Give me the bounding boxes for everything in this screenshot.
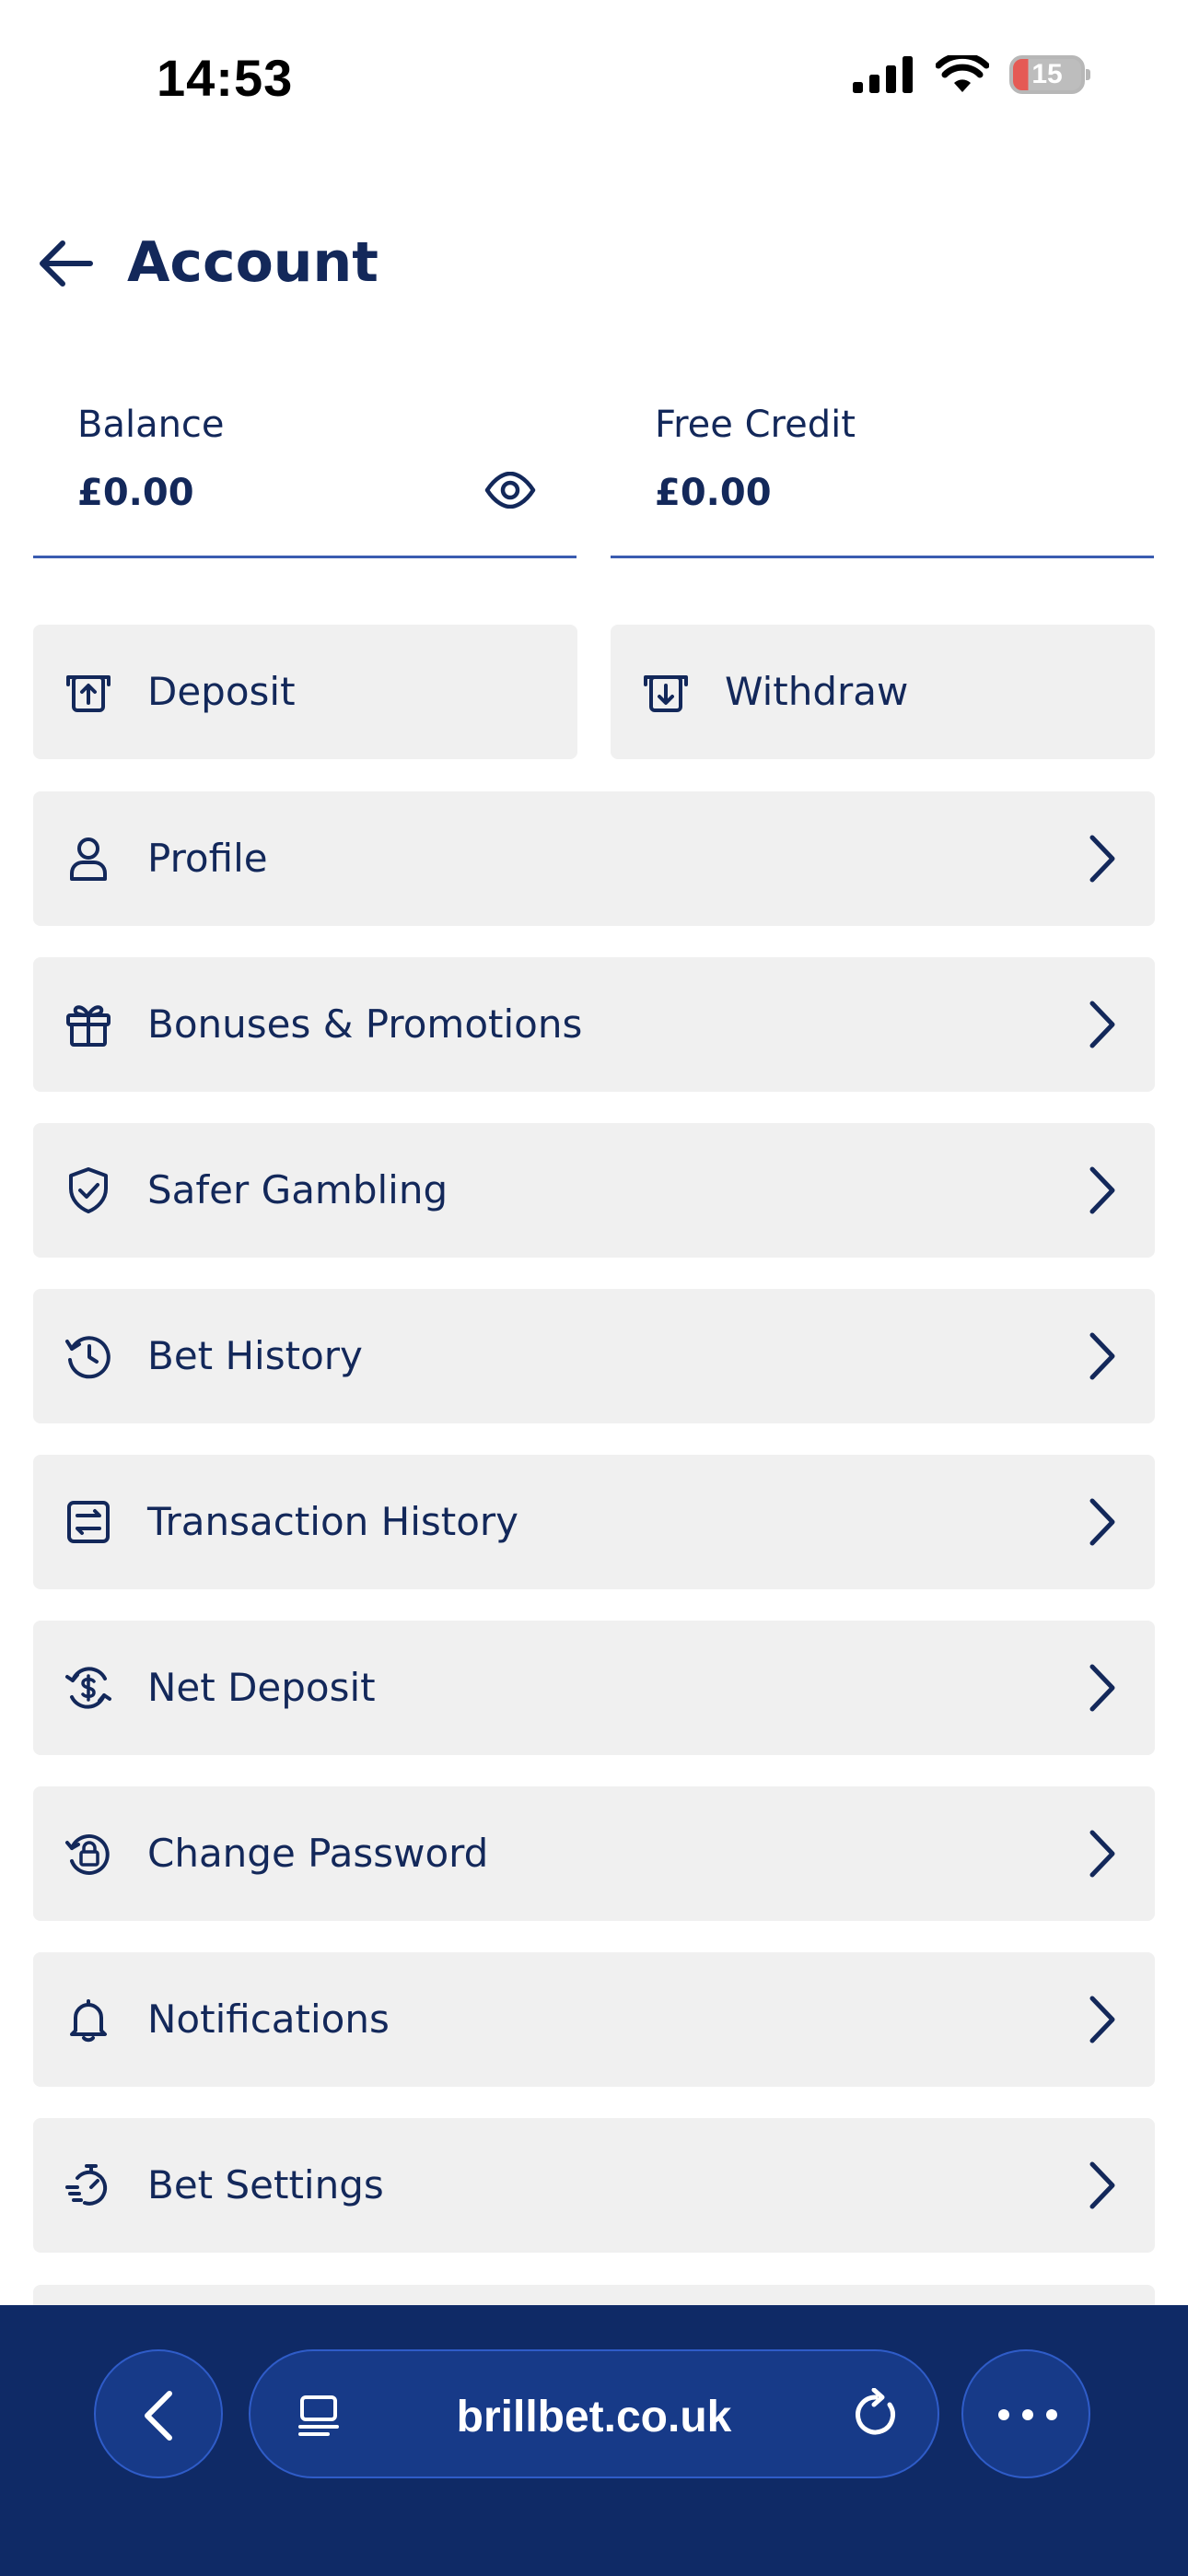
menu-item-notifications[interactable]: Notifications [33,1952,1155,2087]
menu-item-label: Safer Gambling [147,1167,448,1212]
menu-item-change-password[interactable]: Change Password [33,1786,1155,1921]
withdraw-button[interactable]: Withdraw [611,625,1155,759]
url-text: brillbet.co.uk [456,2393,732,2441]
eye-icon[interactable] [484,472,536,509]
chevron-right-icon [1089,1001,1115,1048]
free-credit-value: £0.00 [655,472,772,514]
status-bar: 14:53 15 [0,0,1188,162]
chevron-right-icon [1089,2161,1115,2209]
user-icon [70,837,107,881]
money-cycle-icon [65,1667,111,1709]
menu-item-label: Bet History [147,1333,363,1378]
menu-item-label: Profile [147,836,268,881]
chevron-right-icon [1089,1332,1115,1380]
account-page: 14:53 15 Account Balance £0.00 Free Cred… [0,0,1188,2576]
menu-item-safer-gambling[interactable]: Safer Gambling [33,1123,1155,1258]
arrow-left-icon[interactable] [35,238,96,289]
browser-more-button[interactable] [961,2349,1090,2478]
status-time: 14:53 [157,49,294,107]
menu-item-net-deposit[interactable]: Net Deposit [33,1621,1155,1755]
deposit-label: Deposit [147,669,296,714]
chevron-right-icon [1089,835,1115,883]
menu-item-bonuses-promotions[interactable]: Bonuses & Promotions [33,957,1155,1092]
chevron-right-icon [1089,1498,1115,1546]
transactions-icon [67,1501,110,1543]
more-icon [998,2409,1057,2420]
wifi-icon [936,55,989,92]
menu-item-bet-settings[interactable]: Bet Settings [33,2118,1155,2253]
battery-level: 15 [1031,59,1063,89]
menu-item-label: Bonuses & Promotions [147,1001,583,1047]
free-credit-card: Free Credit £0.00 [611,387,1154,558]
shield-check-icon [69,1167,108,1213]
menu-item-label: Bet Settings [147,2162,384,2207]
reload-icon[interactable] [849,2388,903,2441]
menu-item-transaction-history[interactable]: Transaction History [33,1455,1155,1589]
gift-icon [66,1005,111,1047]
balance-value: £0.00 [77,472,194,514]
menu-item-bet-history[interactable]: Bet History [33,1289,1155,1423]
lock-reset-icon [65,1834,110,1875]
balance-card: Balance £0.00 [33,387,577,558]
signal-icon [853,56,913,93]
menu-item-profile[interactable]: Profile [33,791,1155,926]
status-icons: 15 [853,55,1090,94]
timer-settings-icon [65,2164,108,2206]
balance-label: Balance [77,404,225,446]
deposit-button[interactable]: Deposit [33,625,577,759]
withdraw-label: Withdraw [725,669,909,714]
back-chevron-icon [145,2391,172,2441]
page-title: Account [127,230,379,295]
menu-item-label: Net Deposit [147,1665,376,1710]
menu-item-label: Transaction History [147,1499,519,1544]
deposit-icon [66,675,111,712]
chevron-right-icon [1089,1830,1115,1878]
menu-item-label: Notifications [147,1996,390,2042]
address-bar[interactable]: brillbet.co.uk [249,2349,939,2478]
browser-back-button[interactable] [94,2349,223,2478]
chevron-right-icon [1089,1996,1115,2043]
menu-item-label: Change Password [147,1831,489,1876]
free-credit-label: Free Credit [655,404,856,446]
chevron-right-icon [1089,1664,1115,1712]
header: Account [0,214,1188,315]
chevron-right-icon [1089,1166,1115,1214]
battery-icon: 15 [1009,55,1090,94]
browser-toolbar: brillbet.co.uk [0,2305,1188,2576]
bell-icon [70,1999,107,2043]
withdraw-icon [644,675,688,712]
history-icon [65,1336,111,1379]
